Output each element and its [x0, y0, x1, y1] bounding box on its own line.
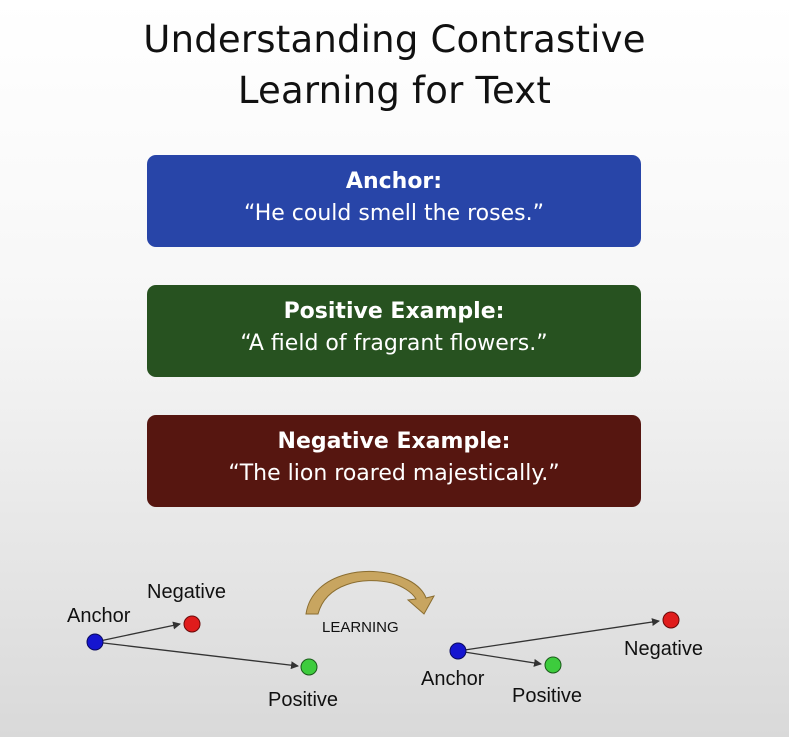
anchor-box: Anchor: “He could smell the roses.”: [147, 155, 641, 247]
anchor-label: Anchor:: [345, 169, 443, 194]
before-anchor-to-positive-arrow: [94, 641, 299, 670]
negative-example-quote: “The lion roared majestically.”: [228, 461, 560, 486]
after-anchor-label: Anchor: [421, 668, 485, 690]
learning-arrow-group: LEARNING: [305, 570, 435, 636]
title-line-1: Understanding Contrastive: [143, 18, 646, 61]
before-learning-group: Anchor Negative Positive: [67, 581, 338, 711]
after-anchor-to-positive-arrow: [457, 650, 542, 667]
learning-label: LEARNING: [322, 619, 399, 636]
before-positive-label: Positive: [268, 689, 338, 711]
after-anchor-point: [449, 642, 467, 660]
before-anchor-label: Anchor: [67, 605, 131, 627]
before-positive-point: [300, 658, 318, 676]
curved-arrow-icon: [305, 570, 435, 615]
after-negative-label: Negative: [624, 638, 703, 660]
page-title: Understanding Contrastive Learning for T…: [0, 14, 789, 116]
after-negative-point: [662, 611, 680, 629]
negative-example-label: Negative Example:: [277, 429, 511, 454]
positive-example-label: Positive Example:: [283, 299, 505, 324]
before-negative-point: [183, 615, 201, 633]
after-learning-group: Anchor Negative Positive: [421, 611, 703, 707]
positive-example-quote: “A field of fragrant flowers.”: [240, 331, 548, 356]
title-line-2: Learning for Text: [237, 69, 552, 112]
before-anchor-point: [86, 633, 104, 651]
negative-example-box: Negative Example: “The lion roared majes…: [147, 415, 641, 507]
anchor-quote: “He could smell the roses.”: [244, 201, 544, 226]
before-negative-label: Negative: [147, 581, 226, 603]
positive-example-box: Positive Example: “A field of fragrant f…: [147, 285, 641, 377]
after-positive-label: Positive: [512, 685, 582, 707]
embedding-space-diagram: Anchor Negative Positive LEARNING Anchor…: [67, 570, 703, 711]
after-positive-point: [544, 656, 562, 674]
